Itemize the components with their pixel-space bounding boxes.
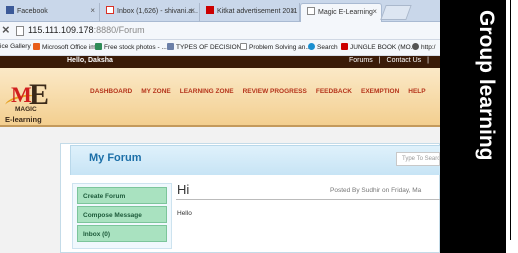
- nav-feedback[interactable]: FEEDBACK: [316, 88, 352, 95]
- gmail-icon: [106, 6, 114, 14]
- logo-magic: MAGIC: [15, 106, 37, 113]
- page-icon: [16, 26, 24, 36]
- close-icon[interactable]: ×: [372, 7, 377, 16]
- facebook-icon: [6, 6, 14, 14]
- url-field[interactable]: 115.111.109.178:8880/Forum: [28, 25, 145, 35]
- bookmark-label: Microsoft Office im...: [42, 44, 102, 51]
- bookmark-label: TYPES OF DECISION...: [176, 44, 247, 51]
- bookmark-label: ice Gallery: [0, 43, 31, 50]
- greeting: Hello, Daksha: [67, 57, 113, 64]
- nav-exemption[interactable]: EXEMPTION: [361, 88, 399, 95]
- tab-inbox[interactable]: Inbox (1,626) - shivani.a... ×: [100, 3, 200, 22]
- office-icon: [33, 43, 40, 50]
- bookmark-label: JUNGLE BOOK (MO...: [350, 44, 417, 51]
- post-body: Hello: [177, 210, 192, 217]
- tab-facebook[interactable]: Facebook ×: [0, 3, 100, 22]
- bookmark-http[interactable]: http:/: [412, 43, 435, 51]
- inbox-button[interactable]: Inbox (0): [77, 225, 167, 242]
- divider: [176, 199, 440, 200]
- bookmark-label: Problem Solving an...: [249, 44, 311, 51]
- tab-kitkat[interactable]: Kitkat advertisement 2011 ×: [200, 3, 300, 22]
- page-icon: [307, 7, 315, 15]
- tab-magic-elearning[interactable]: Magic E-Learning ×: [300, 3, 382, 22]
- nav-dashboard[interactable]: DASHBOARD: [90, 88, 132, 95]
- tab-label: Inbox (1,626) - shivani.a...: [117, 8, 198, 15]
- tab-label: Facebook: [17, 8, 48, 15]
- nav-learning-zone[interactable]: LEARNING ZONE: [180, 88, 234, 95]
- url-path: :8880/Forum: [93, 25, 145, 35]
- divider: [510, 0, 511, 240]
- separator: |: [378, 57, 381, 64]
- bookmark-problem-solving[interactable]: Problem Solving an...: [240, 43, 311, 51]
- close-icon[interactable]: ×: [190, 6, 195, 15]
- nav-review-progress[interactable]: REVIEW PROGRESS: [243, 88, 307, 95]
- tab-label: Magic E-Learning: [318, 9, 373, 16]
- globe-icon: [412, 43, 419, 50]
- post-title: Hi: [177, 182, 190, 197]
- bookmark-jungle-book[interactable]: JUNGLE BOOK (MO...: [341, 43, 416, 51]
- tab-label: Kitkat advertisement 2011: [217, 8, 298, 15]
- close-icon[interactable]: ×: [290, 6, 295, 15]
- bookmark-label: http:/: [421, 44, 436, 51]
- page-icon: [240, 43, 247, 50]
- screenshot-frame: Facebook × Inbox (1,626) - shivani.a... …: [0, 0, 518, 253]
- bookmarks-bar: ice Gallery Microsoft Office im... Free …: [0, 40, 440, 56]
- bookmark-microsoft-office[interactable]: Microsoft Office im...: [33, 43, 101, 51]
- caption-text: Group learning: [475, 10, 498, 161]
- bookmark-label: Search: [317, 44, 338, 51]
- create-forum-button[interactable]: Create Forum: [77, 187, 167, 204]
- bookmark-search[interactable]: Search: [308, 43, 338, 51]
- browser-tab-strip: Facebook × Inbox (1,626) - shivani.a... …: [0, 0, 440, 22]
- stop-loading-icon[interactable]: ×: [2, 23, 10, 37]
- youtube-icon: [206, 6, 214, 14]
- leaf-icon: [95, 43, 102, 50]
- magic-elearning-logo[interactable]: M E MAGIC E-learning: [4, 76, 65, 126]
- nav-my-zone[interactable]: MY ZONE: [141, 88, 171, 95]
- site-header: M E MAGIC E-learning DASHBOARD MY ZONE LEA…: [0, 68, 440, 127]
- search-circle-icon: [308, 43, 315, 50]
- site-top-bar: Hello, Daksha Forums | Contact Us |: [0, 56, 440, 68]
- bookmark-free-stock-photos[interactable]: Free stock photos - ...: [95, 43, 167, 51]
- doc-icon: [167, 43, 174, 50]
- url-host: 115.111.109.178: [28, 25, 94, 35]
- address-bar: × 115.111.109.178:8880/Forum: [0, 22, 440, 40]
- youtube-icon: [341, 43, 348, 50]
- logo-elearning: E-learning: [5, 115, 42, 124]
- bookmark-types-of-decision[interactable]: TYPES OF DECISION...: [167, 43, 247, 51]
- page-title: My Forum: [89, 152, 142, 164]
- compose-message-button[interactable]: Compose Message: [77, 206, 167, 223]
- contact-us-link[interactable]: Contact Us: [387, 57, 422, 64]
- top-links: Forums | Contact Us |: [346, 57, 432, 64]
- bookmark-ice-gallery[interactable]: ice Gallery: [0, 43, 31, 50]
- close-icon[interactable]: ×: [90, 6, 95, 15]
- caption-margin: [506, 0, 518, 253]
- forums-link[interactable]: Forums: [349, 57, 373, 64]
- main-nav: DASHBOARD MY ZONE LEARNING ZONE REVIEW PROG…: [90, 80, 435, 98]
- search-input[interactable]: Type To Search: [396, 152, 440, 166]
- new-tab-button[interactable]: [380, 5, 412, 20]
- post-meta: Posted By Sudhir on Friday, Ma: [330, 187, 422, 194]
- nav-help[interactable]: HELP: [408, 88, 425, 95]
- separator: |: [427, 57, 429, 64]
- bookmark-label: Free stock photos - ...: [104, 44, 167, 51]
